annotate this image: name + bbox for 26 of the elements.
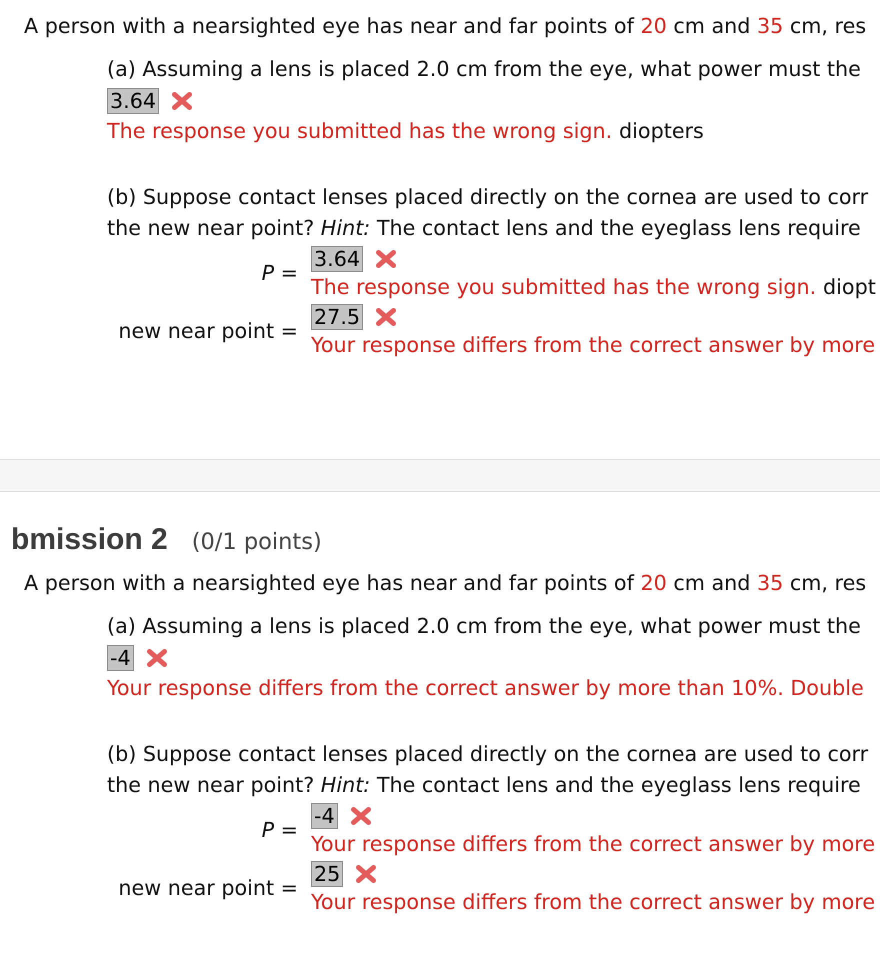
answer-field: 27.5 [311,304,364,330]
question-text: (a) Assuming a lens is placed 2.0 cm from the eye, what power must the [107,613,861,640]
answer-field: -4 [107,644,134,670]
answer-field: 3.64 [107,88,160,114]
problem-text: A person with a nearsighted eye has near and far points of 20 cm and 35 cm, res [24,13,866,40]
feedback-message: The response you submitted has the wrong sign. [107,118,612,145]
feedback-message: Your response differs from the correct answer by more [311,831,876,858]
answer-field: 25 [311,860,344,886]
question-text: (a) Assuming a lens is placed 2.0 cm from the eye, what power must the [107,56,861,83]
submission-heading: bmission 2 [11,522,168,558]
quantity-label: P = [260,817,298,844]
unit-label: diopters [619,118,704,145]
answer-field: 3.64 [311,246,364,272]
feedback-message: Your response differs from the correct answer by more [311,332,876,359]
unit-label: diopt [823,274,876,301]
feedback-message: Your response differs from the correct answer by more [311,889,876,916]
feedback-message: Your response differs from the correct answer by more than 10%. Double [107,675,864,702]
answer-field: -4 [311,802,338,828]
problem-text: A person with a nearsighted eye has near and far points of 20 cm and 35 cm, res [24,570,866,597]
quantity-label: new near point = [117,875,298,902]
question-text: (b) Suppose contact lenses placed directly on the cornea are used to corr the new near point? Hint: The contact lens and the eyeglass lens require [107,741,868,799]
quantity-label: new near point = [117,318,298,345]
question-text: (b) Suppose contact lenses placed directly on the cornea are used to corr the new near point? Hint: The contact lens and the eyeglass lens require [107,184,868,242]
points-score: (0/1 points) [192,528,322,557]
feedback-message: The response you submitted has the wrong sign. [311,274,816,301]
quantity-label: P = [260,260,298,287]
